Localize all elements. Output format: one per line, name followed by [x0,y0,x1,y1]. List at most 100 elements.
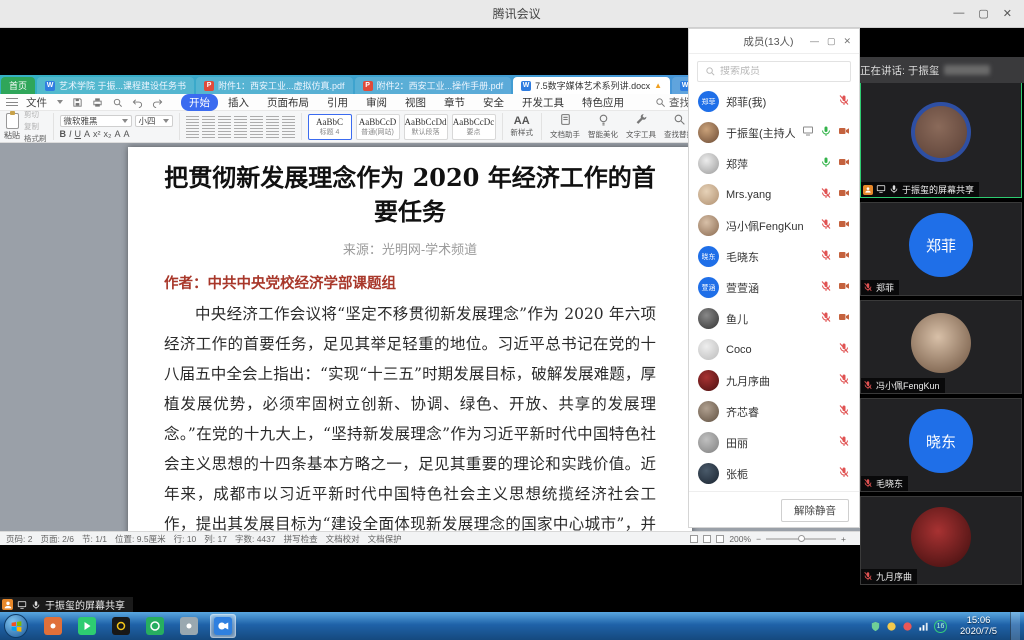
ribbon-tab-特色应用[interactable]: 特色应用 [574,94,632,111]
view-mode-icon[interactable] [690,535,698,543]
file-menu[interactable]: 文件 [26,95,47,110]
member-row-4[interactable]: 冯小佩FengKun [689,210,859,241]
style-card-0[interactable]: AaBbC标题 4 [308,114,352,140]
list-format-icon-4[interactable] [250,116,263,126]
member-row-1[interactable]: 于振玺(主持人) [689,117,859,148]
tool-智能美化[interactable]: 智能美化 [586,113,620,140]
mic-muted-icon[interactable] [820,279,832,297]
ribbon-tab-章节[interactable]: 章节 [436,94,473,111]
document-tab-2[interactable]: P附件1：西安工业...虚拟仿真.pdf [196,77,353,94]
tool-文字工具[interactable]: 文字工具 [624,113,658,140]
align-format-icon-6[interactable] [282,128,295,138]
undo-icon[interactable] [131,96,143,108]
taskbar-app-360-safe[interactable] [142,614,168,638]
ribbon-tab-开始[interactable]: 开始 [181,94,218,111]
camera-icon[interactable] [838,217,850,235]
video-tile-0[interactable]: 于振玺的屏幕共享 [860,75,1022,198]
mic-muted-icon[interactable] [838,93,850,111]
video-tile-4[interactable]: 九月序曲 [860,496,1022,585]
member-row-0[interactable]: 郑菲郑菲(我) [689,86,859,117]
mic-muted-icon[interactable] [838,465,850,483]
status-item-7[interactable]: 拼写检查 [284,533,318,545]
status-item-9[interactable]: 文档保护 [368,533,402,545]
align-format-icon-3[interactable] [234,128,247,138]
member-row-7[interactable]: 鱼儿 [689,303,859,334]
mic-muted-icon[interactable] [820,248,832,266]
font-button-7[interactable]: A [124,129,130,139]
list-format-icon-5[interactable] [266,116,279,126]
font-button-5[interactable]: x₂ [104,129,112,139]
zoom-out-button[interactable]: − [756,534,761,544]
zoom-slider[interactable] [766,538,836,540]
start-button[interactable] [4,614,28,638]
font-button-1[interactable]: I [69,129,72,139]
find-button[interactable]: 查找 [654,95,690,110]
align-format-icon-0[interactable] [186,128,199,138]
camera-icon[interactable] [838,248,850,266]
font-button-0[interactable]: B [60,129,67,139]
video-tile-2[interactable]: 冯小佩FengKun [860,300,1022,394]
ribbon-tab-页面布局[interactable]: 页面布局 [259,94,317,111]
style-card-3[interactable]: AaBbCcDc要点 [452,114,496,140]
ribbon-tab-审阅[interactable]: 审阅 [358,94,395,111]
mic-muted-icon[interactable] [838,403,850,421]
member-row-3[interactable]: Mrs.yang [689,179,859,210]
status-item-8[interactable]: 文档校对 [326,533,360,545]
align-format-icon-2[interactable] [218,128,231,138]
save-icon[interactable] [71,96,83,108]
unmute-button[interactable]: 解除静音 [781,499,849,522]
panel-minimize-icon[interactable]: — [810,36,819,47]
style-card-1[interactable]: AaBbCcD普通(网站) [356,114,400,140]
zoom-level[interactable]: 200% [729,534,751,544]
member-row-9[interactable]: 九月序曲 [689,365,859,396]
camera-icon[interactable] [838,279,850,297]
font-button-2[interactable]: U [75,129,82,139]
list-format-icon-0[interactable] [186,116,199,126]
close-icon[interactable]: ✕ [1003,7,1012,20]
view-mode-icon-2[interactable] [703,535,711,543]
align-format-icon-5[interactable] [266,128,279,138]
list-format-icon-6[interactable] [282,116,295,126]
list-format-icon-2[interactable] [218,116,231,126]
align-format-icon-4[interactable] [250,128,263,138]
taskbar-app-tencent-meeting[interactable] [210,614,236,638]
network-icon[interactable] [918,621,929,632]
member-row-2[interactable]: 郑萍 [689,148,859,179]
member-row-11[interactable]: 田丽 [689,427,859,458]
tool-文档助手[interactable]: 文档助手 [548,113,582,140]
mic-muted-icon[interactable] [838,372,850,390]
tray-shield-icon[interactable] [870,621,881,632]
member-row-12[interactable]: 张栀 [689,458,859,489]
member-row-5[interactable]: 晓东毛晓东 [689,241,859,272]
tray-update-icon[interactable] [886,621,897,632]
ribbon-tab-开发工具[interactable]: 开发工具 [514,94,572,111]
video-tile-3[interactable]: 晓东毛晓东 [860,398,1022,492]
list-format-icon-1[interactable] [202,116,215,126]
cut-button[interactable]: 剪切 [24,111,47,120]
new-style-button[interactable]: AA 新样式 [509,116,536,138]
tray-alert-icon[interactable] [902,621,913,632]
mic-muted-icon[interactable] [820,217,832,235]
ribbon-tab-插入[interactable]: 插入 [220,94,257,111]
align-format-icon-1[interactable] [202,128,215,138]
mic-on-icon[interactable] [820,155,832,173]
style-card-2[interactable]: AaBbCcDd默认段落 [404,114,448,140]
taskbar-app-potplayer[interactable] [108,614,134,638]
panel-maximize-icon[interactable]: ▢ [827,36,836,47]
list-format-icon-3[interactable] [234,116,247,126]
taskbar-app-manager[interactable] [40,614,66,638]
preview-icon[interactable] [111,96,123,108]
font-button-6[interactable]: A [115,129,121,139]
print-icon[interactable] [91,96,103,108]
member-search-box[interactable] [697,61,851,82]
video-tile-1[interactable]: 郑菲郑菲 [860,202,1022,296]
taskbar-clock[interactable]: 15:06 2020/7/5 [952,615,1005,637]
mic-muted-icon[interactable] [820,310,832,328]
camera-icon[interactable] [838,155,850,173]
member-row-6[interactable]: 萱涵萱萱涵 [689,272,859,303]
minimize-icon[interactable]: — [953,7,964,20]
member-search-input[interactable] [720,66,844,77]
mic-muted-icon[interactable] [838,341,850,359]
panel-close-icon[interactable]: ✕ [843,36,851,47]
show-desktop-button[interactable] [1010,612,1020,640]
